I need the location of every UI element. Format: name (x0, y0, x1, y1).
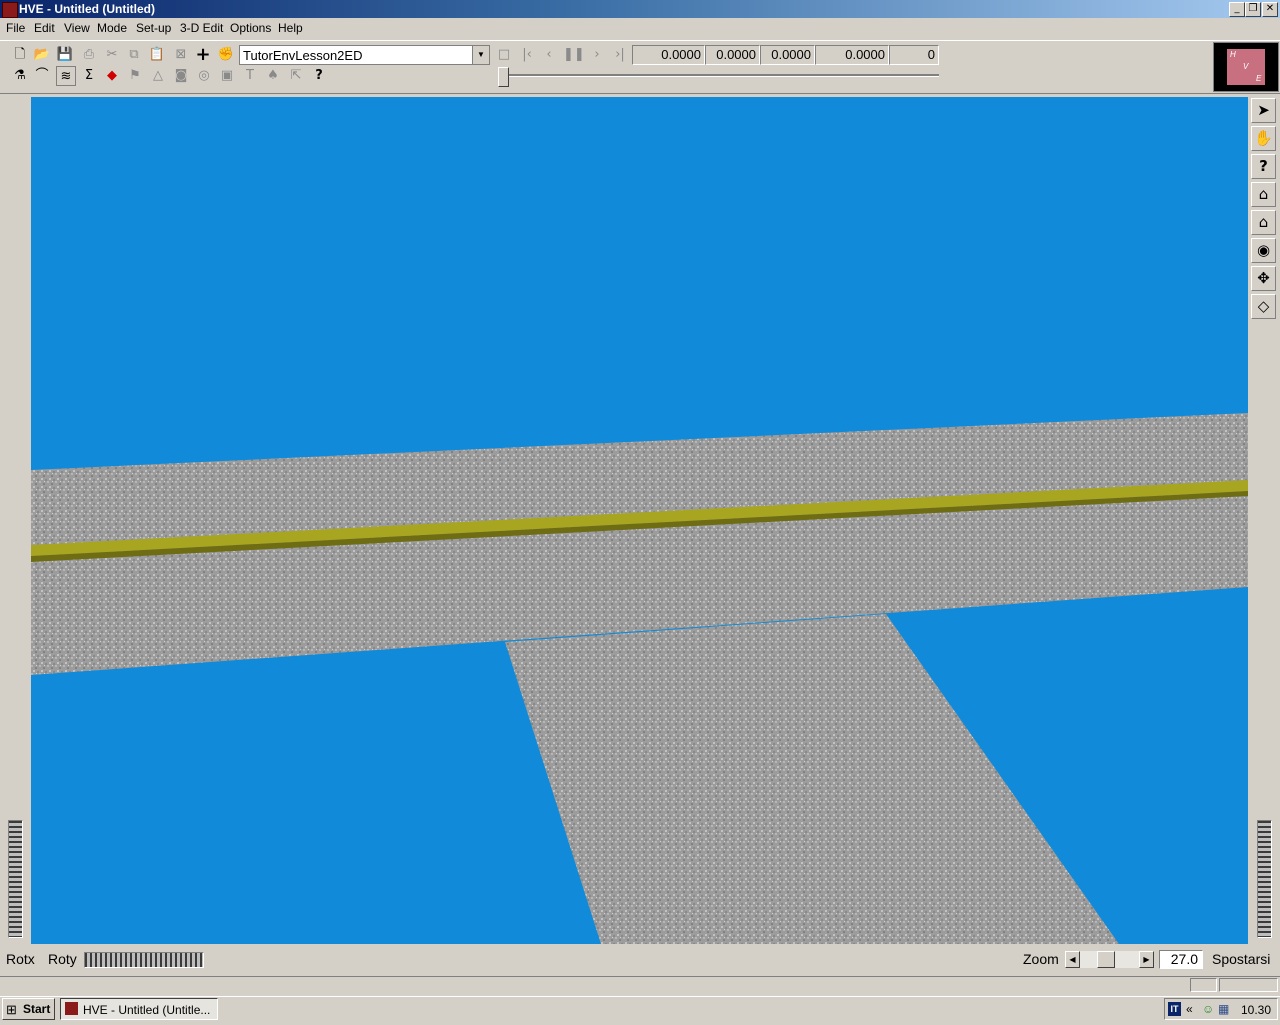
playback-slider-thumb[interactable] (498, 67, 509, 87)
box-icon[interactable]: ▣ (217, 66, 237, 86)
logo-letter-h: H (1230, 50, 1236, 59)
skip-to-start-icon[interactable]: |‹ (517, 45, 537, 65)
step-back-icon[interactable]: ‹ (539, 45, 559, 65)
3d-viewport[interactable] (31, 97, 1248, 944)
status-pane-2 (1219, 978, 1278, 992)
hve-logo: H V E (1213, 42, 1279, 92)
menu-mode[interactable]: Mode (97, 21, 127, 35)
restore-button[interactable]: ❐ (1245, 2, 1261, 17)
eye-icon[interactable]: ◉ (1251, 238, 1276, 263)
cut-icon[interactable]: ✂ (102, 45, 122, 65)
sigma-icon[interactable]: Σ (79, 66, 99, 86)
text-icon[interactable]: T (240, 66, 260, 86)
path-icon[interactable]: ⌒ (32, 66, 52, 86)
scene-svg (31, 413, 1248, 944)
cone-icon[interactable]: △ (148, 66, 168, 86)
left-panel (0, 97, 31, 944)
status-pane-1 (1190, 978, 1217, 992)
help-icon[interactable]: ? (309, 66, 329, 86)
start-button[interactable]: ⊞ Start (2, 998, 55, 1020)
menu-options[interactable]: Options (230, 21, 271, 35)
zoom-decrease-button[interactable]: ◀ (1065, 951, 1080, 968)
status-bar (0, 976, 1280, 995)
taskbar-item-hve[interactable]: HVE - Untitled (Untitle... (60, 998, 218, 1020)
help-query-icon[interactable]: ? (1251, 154, 1276, 179)
paste-icon[interactable]: 📋 (147, 45, 167, 65)
logo-letter-v: V (1243, 62, 1249, 71)
terrain-icon[interactable]: ≋ (56, 66, 76, 86)
select-arrow-icon[interactable]: ➤ (1251, 98, 1276, 123)
new-file-icon[interactable]: 🗋 (10, 45, 30, 65)
cube-perspective-icon[interactable]: ◇ (1251, 294, 1276, 319)
windows-logo-icon: ⊞ (6, 1002, 17, 1017)
menu-help[interactable]: Help (278, 21, 303, 35)
roty-wheel[interactable] (84, 952, 204, 968)
copy-icon[interactable]: ⧉ (124, 45, 144, 65)
rotx-label: Rotx (6, 951, 35, 967)
flag-icon[interactable]: ⚑ (125, 66, 145, 86)
messenger-icon[interactable]: ☺ (1202, 1002, 1214, 1016)
system-tray: IT « ☺ ▦ 10.30 (1164, 998, 1278, 1020)
logo-mark: H V E (1227, 49, 1265, 85)
home-set-icon[interactable]: ⌂ (1251, 210, 1276, 235)
stop-icon[interactable]: □ (494, 45, 514, 65)
menu-edit[interactable]: Edit (34, 21, 55, 35)
zoom-value[interactable]: 27.0 (1159, 950, 1203, 969)
open-folder-icon[interactable]: 📂 (32, 45, 52, 65)
taskbar-item-label: HVE - Untitled (Untitle... (83, 1003, 211, 1017)
target-icon[interactable]: ◎ (194, 66, 214, 86)
window-title: HVE - Untitled (Untitled) (19, 2, 155, 16)
clock[interactable]: 10.30 (1241, 1003, 1271, 1017)
move-cross-icon[interactable]: ✥ (1251, 266, 1276, 291)
readout-2: 0.0000 (705, 45, 760, 65)
event-icon[interactable]: ◆ (102, 66, 122, 86)
hve-task-icon (65, 1002, 78, 1015)
zoom-slider-thumb[interactable] (1097, 951, 1115, 968)
language-indicator[interactable]: IT (1168, 1002, 1181, 1016)
zoom-label: Zoom (1023, 951, 1059, 967)
readout-4: 0.0000 (815, 45, 889, 65)
roty-label: Roty (48, 951, 77, 967)
menu-view[interactable]: View (64, 21, 90, 35)
delete-icon[interactable]: ⊠ (171, 45, 191, 65)
menu-bar: File Edit View Mode Set-up 3-D Edit Opti… (0, 18, 1280, 38)
show-hidden-icons-icon[interactable]: « (1186, 1002, 1193, 1016)
app-icon[interactable] (2, 2, 18, 18)
readout-1: 0.0000 (632, 45, 705, 65)
pointer-icon[interactable]: ⇱ (286, 66, 306, 86)
zoom-increase-button[interactable]: ▶ (1139, 951, 1154, 968)
home-icon[interactable]: ⌂ (1251, 182, 1276, 207)
network-icon[interactable]: ▦ (1218, 1002, 1229, 1016)
environment-select-value: TutorEnvLesson2ED (243, 48, 363, 63)
mode-label: Spostarsi (1212, 951, 1271, 967)
title-bar[interactable]: HVE - Untitled (Untitled) _ ❐ ✕ (0, 0, 1280, 18)
close-button[interactable]: ✕ (1262, 2, 1278, 17)
environment-select[interactable]: TutorEnvLesson2ED ▼ (239, 45, 490, 65)
pause-icon[interactable]: ❚❚ (563, 45, 585, 65)
vehicle-icon[interactable]: ⚗ (10, 66, 30, 86)
readout-5: 0 (889, 45, 939, 65)
skip-to-end-icon[interactable]: ›| (610, 45, 630, 65)
add-icon[interactable]: + (193, 45, 213, 65)
hand-icon[interactable]: ✋ (1251, 126, 1276, 151)
chevron-down-icon[interactable]: ▼ (472, 46, 489, 64)
side-road (505, 614, 1119, 944)
playback-slider-track[interactable] (503, 74, 939, 77)
print-icon[interactable]: ⎙ (79, 45, 99, 65)
hand-grab-icon[interactable]: ✊ (216, 45, 236, 65)
minimize-button[interactable]: _ (1229, 2, 1245, 17)
menu-setup[interactable]: Set-up (136, 21, 171, 35)
menu-3d-edit[interactable]: 3-D Edit (180, 21, 223, 35)
start-label: Start (23, 1002, 51, 1016)
barrel-icon[interactable]: ◙ (171, 66, 191, 86)
logo-letter-e: E (1256, 74, 1262, 83)
light-icon[interactable]: ♠ (263, 66, 283, 86)
save-icon[interactable]: 💾 (55, 45, 75, 65)
right-wheel[interactable] (1257, 820, 1272, 938)
menu-file[interactable]: File (6, 21, 25, 35)
readout-3: 0.0000 (760, 45, 815, 65)
step-forward-icon[interactable]: › (587, 45, 607, 65)
rotx-wheel[interactable] (8, 820, 23, 938)
